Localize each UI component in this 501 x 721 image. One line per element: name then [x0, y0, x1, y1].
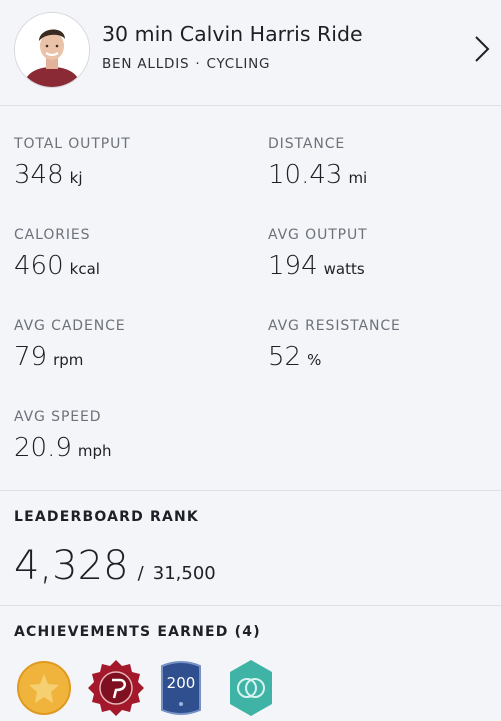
metric-label: AVG OUTPUT: [268, 227, 368, 243]
rank-separator: /: [137, 563, 144, 584]
badge-count-text: 200: [166, 674, 196, 692]
leaderboard-section: LEADERBOARD RANK 4,328 / 31,500: [0, 491, 501, 606]
class-title: 30 min Calvin Harris Ride: [102, 22, 363, 46]
metric-label: CALORIES: [14, 227, 91, 243]
metric-label: AVG RESISTANCE: [268, 318, 401, 334]
metric-unit: mi: [348, 169, 368, 187]
instructor-name: BEN ALLDIS: [102, 56, 190, 72]
chevron-right-icon[interactable]: [473, 34, 491, 64]
metric-avg-cadence: AVG CADENCE 79 rpm: [14, 318, 244, 372]
metric-calories: CALORIES 460 kcal: [14, 227, 244, 281]
metric-unit: mph: [77, 442, 112, 460]
metric-value: 79: [14, 342, 48, 372]
rank-total: 31,500: [152, 563, 216, 584]
metric-distance: DISTANCE 10.43 mi: [268, 136, 498, 190]
metric-avg-output: AVG OUTPUT 194 watts: [268, 227, 498, 281]
metric-value: 194: [268, 251, 318, 281]
achievements-title: ACHIEVEMENTS EARNED (4): [14, 624, 261, 640]
discipline-label: CYCLING: [206, 56, 271, 72]
metric-unit: %: [307, 351, 322, 369]
metric-value: 52: [268, 342, 302, 372]
class-header[interactable]: 30 min Calvin Harris Ride BEN ALLDIS · CYC…: [0, 0, 501, 106]
200-rides-badge-icon[interactable]: 200: [158, 658, 214, 718]
workout-metrics: TOTAL OUTPUT 348 kj DISTANCE 10.43 mi CALO…: [0, 106, 501, 491]
metric-label: AVG SPEED: [14, 409, 102, 425]
metric-avg-resistance: AVG RESISTANCE 52%: [268, 318, 498, 372]
leaderboard-title: LEADERBOARD RANK: [14, 509, 199, 525]
metric-value: 348: [14, 160, 64, 190]
metric-value: 20.9: [14, 433, 72, 463]
achievements-section: ACHIEVEMENTS EARNED (4) 200: [0, 606, 501, 721]
metric-value: 10.43: [268, 160, 343, 190]
rank-value: 4,328: [14, 543, 129, 589]
metric-unit: kcal: [69, 260, 100, 278]
metric-label: DISTANCE: [268, 136, 346, 152]
teal-circles-badge-icon[interactable]: [228, 658, 284, 718]
leaderboard-rank: 4,328 / 31,500: [14, 543, 216, 589]
metric-total-output: TOTAL OUTPUT 348 kj: [14, 136, 244, 190]
metric-label: AVG CADENCE: [14, 318, 126, 334]
meta-separator: ·: [195, 56, 201, 72]
metric-label: TOTAL OUTPUT: [14, 136, 131, 152]
metric-unit: rpm: [53, 351, 84, 369]
metric-unit: kj: [69, 169, 83, 187]
peloton-red-badge-icon[interactable]: [86, 658, 144, 718]
gold-star-badge-icon[interactable]: [16, 658, 72, 718]
metric-avg-speed: AVG SPEED 20.9 mph: [14, 409, 244, 463]
instructor-avatar: [14, 12, 90, 88]
class-subtitle: BEN ALLDIS · CYCLING: [102, 56, 270, 72]
metric-value: 460: [14, 251, 64, 281]
metric-unit: watts: [323, 260, 365, 278]
